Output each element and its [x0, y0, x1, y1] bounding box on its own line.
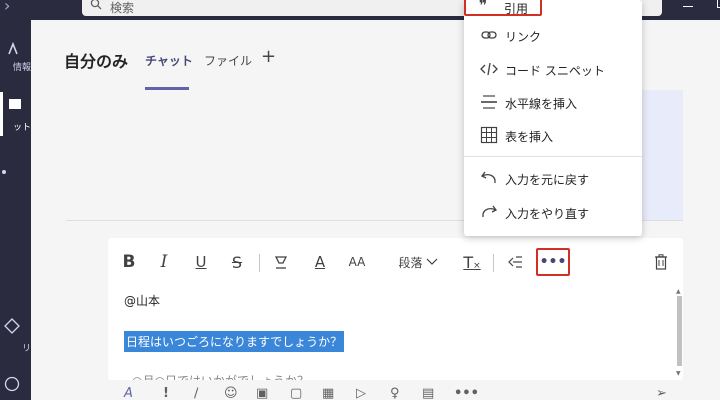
italic-button[interactable]: I [155, 250, 173, 274]
rail-item-label[interactable]: リ [0, 341, 31, 354]
outdent-button[interactable] [505, 250, 525, 274]
font-size-button[interactable]: AA [346, 250, 368, 274]
minimize-button[interactable] [683, 6, 693, 7]
menu-item-label: 水平線を挿入 [505, 97, 578, 111]
paragraph-label: 段落 [398, 255, 423, 270]
code-icon [480, 62, 498, 76]
rail-item-label[interactable]: ット [0, 120, 31, 133]
gif-icon[interactable]: ▣ [256, 386, 268, 400]
send-icon[interactable]: ➢ [656, 386, 667, 400]
clear-x-icon: × [473, 261, 481, 271]
trash-icon [655, 254, 667, 270]
font-color-button[interactable]: A [311, 250, 329, 274]
clear-format-label: T [463, 252, 474, 272]
menu-item-horizontal-rule[interactable]: 水平線を挿入 [464, 85, 642, 117]
more-options-button[interactable]: ••• [536, 248, 570, 276]
chat-icon[interactable] [8, 98, 22, 112]
menu-item-label: 入力を元に戻す [505, 173, 590, 187]
outdent-icon [508, 256, 522, 268]
menu-item-label: 引用 [504, 2, 529, 16]
mention-text[interactable]: @山本 [124, 292, 160, 309]
strikethrough-button[interactable]: S [228, 250, 246, 274]
help-icon[interactable] [4, 376, 20, 392]
sticker-icon[interactable]: ▢ [290, 386, 302, 400]
scroll-down-icon[interactable]: ▼ [676, 370, 681, 377]
app-icon[interactable]: ▤ [422, 386, 434, 400]
delete-button[interactable] [652, 250, 670, 274]
more-apps-icon[interactable]: ••• [454, 386, 479, 400]
link-icon [481, 31, 497, 39]
menu-divider [464, 156, 642, 157]
attach-icon[interactable]: ∕ [194, 386, 198, 400]
redo-icon [482, 205, 497, 218]
tab-files[interactable]: ファイル [204, 52, 252, 69]
menu-item-redo[interactable]: 入力をやり直す [464, 195, 642, 227]
underline-button[interactable]: U [192, 250, 210, 274]
table-icon [480, 126, 498, 144]
menu-item-label: コード スニペット [505, 64, 605, 78]
chevron-down-icon [426, 258, 437, 265]
active-tab-indicator [145, 87, 189, 90]
horizontal-rule-icon [481, 95, 497, 109]
toolbar-separator [259, 254, 260, 272]
menu-item-insert-table[interactable]: 表を挿入 [464, 118, 642, 150]
menu-item-undo[interactable]: 入力を元に戻す [464, 161, 642, 193]
menu-item-label: 入力をやり直す [505, 207, 590, 221]
apps-icon[interactable] [4, 318, 20, 334]
menu-item-label: 表を挿入 [505, 130, 554, 144]
quote-icon: ❞ [479, 0, 488, 14]
more-apps-icon[interactable] [0, 168, 8, 176]
meeting-icon[interactable]: ▦ [322, 386, 334, 400]
menu-item-code-snippet[interactable]: コード スニペット [464, 52, 642, 84]
bold-button[interactable]: B [120, 250, 138, 274]
clear-format-button[interactable]: T × [462, 250, 482, 274]
app-rail: › 情報 ット リ [0, 0, 31, 400]
compose-actions-bar: A ! ∕ ☺ ▣ ▢ ▦ ▷ ♀ ▤ ••• ➢ [108, 380, 720, 400]
undo-icon [481, 171, 496, 184]
format-icon[interactable]: A [124, 386, 133, 400]
paragraph-dropdown[interactable]: 段落 [393, 250, 443, 274]
activity-icon[interactable] [6, 42, 20, 56]
selected-text[interactable]: 日程はいつごろになりますでしょうか？ [124, 331, 345, 352]
format-toolbar: B I U S A AA 段落 T × ••• [108, 238, 683, 286]
praise-icon[interactable]: ♀ [390, 386, 400, 400]
more-options-menu: ❞ 引用 リンク コード スニペット 水平線を挿入 表を挿入 入力を元に戻す 入… [464, 0, 642, 236]
message-text-line[interactable]: ○月○日ではいかがでしょうか？ [132, 372, 309, 380]
important-icon[interactable]: ! [163, 386, 169, 400]
compose-box[interactable]: B I U S A AA 段落 T × ••• @山本 日程はいつごろになります… [108, 238, 683, 380]
stream-icon[interactable]: ▷ [356, 386, 366, 400]
rail-item-label[interactable]: 情報 [0, 60, 31, 73]
highlighter-icon [274, 256, 288, 269]
toolbar-separator [493, 254, 494, 272]
page-title: 自分のみ [64, 52, 129, 71]
menu-item-label: リンク [505, 30, 542, 44]
highlight-button[interactable] [271, 250, 291, 274]
compose-scrollbar[interactable]: ▲ ▼ [676, 288, 683, 380]
search-input[interactable]: 検索 [110, 0, 134, 16]
scroll-thumb[interactable] [677, 296, 682, 366]
menu-item-link[interactable]: リンク [464, 18, 642, 50]
emoji-icon[interactable]: ☺ [224, 386, 238, 400]
scroll-up-icon[interactable]: ▲ [676, 288, 681, 295]
search-icon [90, 0, 102, 10]
chevron-right-icon[interactable]: › [4, 0, 10, 15]
menu-item-quote[interactable]: ❞ 引用 [464, 0, 542, 16]
add-tab-button[interactable]: + [261, 46, 276, 67]
tab-chat[interactable]: チャット [145, 52, 193, 69]
